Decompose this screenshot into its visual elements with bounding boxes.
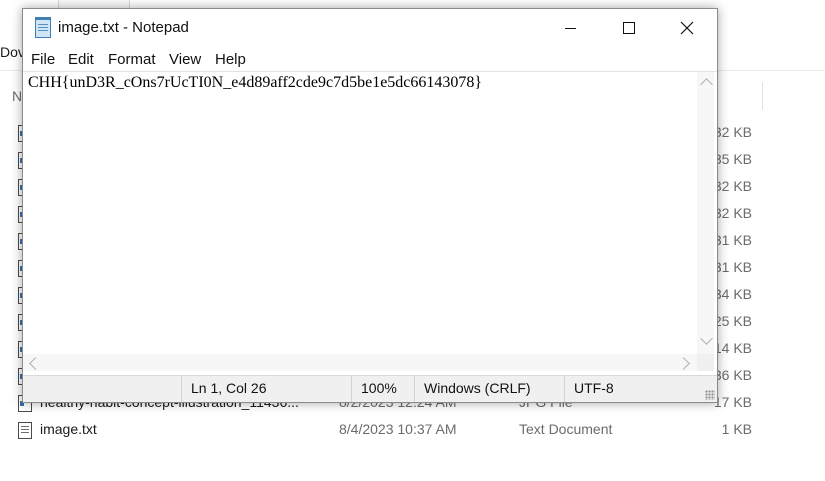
menu-edit[interactable]: Edit [68, 51, 94, 68]
column-header-name[interactable]: N [12, 88, 22, 104]
maximize-button[interactable] [600, 9, 658, 47]
scroll-up-icon[interactable] [700, 78, 713, 91]
status-zoom: 100% [361, 380, 397, 396]
status-line-endings: Windows (CRLF) [424, 380, 531, 396]
text-editor-area[interactable]: CHH{unD3R_cOns7rUcTI0N_e4d89aff2cde9c7d5… [23, 71, 717, 372]
scroll-left-icon[interactable] [29, 357, 42, 370]
file-size: 35 KB [713, 151, 752, 167]
text-file-icon [18, 422, 32, 439]
minimize-button[interactable] [542, 9, 600, 47]
file-size: 31 KB [713, 259, 752, 275]
scrollbar-corner [697, 354, 714, 371]
column-header-separator[interactable] [762, 82, 763, 110]
status-divider [414, 376, 415, 402]
horizontal-scrollbar[interactable] [23, 354, 697, 371]
status-cursor-position: Ln 1, Col 26 [191, 380, 267, 396]
file-size: 36 KB [713, 367, 752, 383]
file-size: 17 KB [713, 394, 752, 410]
notepad-app-icon[interactable] [35, 17, 51, 38]
file-size: 32 KB [713, 178, 752, 194]
menu-help[interactable]: Help [215, 51, 246, 68]
file-size: 14 KB [713, 340, 752, 356]
menu-view[interactable]: View [169, 51, 201, 68]
status-divider [181, 376, 182, 402]
scroll-down-icon[interactable] [700, 332, 713, 345]
notepad-window: image.txt - Notepad File Edit Format Vie… [22, 8, 718, 403]
file-size: 32 KB [713, 124, 752, 140]
scroll-right-icon[interactable] [677, 357, 690, 370]
status-divider [564, 376, 565, 402]
file-name: image.txt [40, 421, 97, 437]
title-bar[interactable]: image.txt - Notepad [23, 9, 717, 47]
document-text[interactable]: CHH{unD3R_cOns7rUcTI0N_e4d89aff2cde9c7d5… [28, 74, 482, 92]
menu-bar: File Edit Format View Help [23, 47, 717, 71]
file-size: 1 KB [721, 421, 752, 437]
file-size: 31 KB [713, 232, 752, 248]
close-icon [680, 21, 694, 35]
status-encoding: UTF-8 [574, 380, 614, 396]
file-row[interactable]: image.txt 8/4/2023 10:37 AM Text Document 1… [0, 417, 825, 444]
close-button[interactable] [658, 9, 716, 47]
window-title: image.txt - Notepad [58, 19, 189, 36]
vertical-scrollbar[interactable] [697, 72, 714, 354]
resize-grip-icon[interactable] [705, 390, 715, 400]
file-size: 32 KB [713, 205, 752, 221]
status-bar: Ln 1, Col 26 100% Windows (CRLF) UTF-8 [23, 375, 717, 402]
file-size: 25 KB [713, 313, 752, 329]
status-divider [351, 376, 352, 402]
menu-file[interactable]: File [31, 51, 55, 68]
file-type: Text Document [519, 421, 613, 437]
file-date: 8/4/2023 10:37 AM [339, 421, 457, 437]
menu-format[interactable]: Format [108, 51, 156, 68]
file-size: 34 KB [713, 286, 752, 302]
